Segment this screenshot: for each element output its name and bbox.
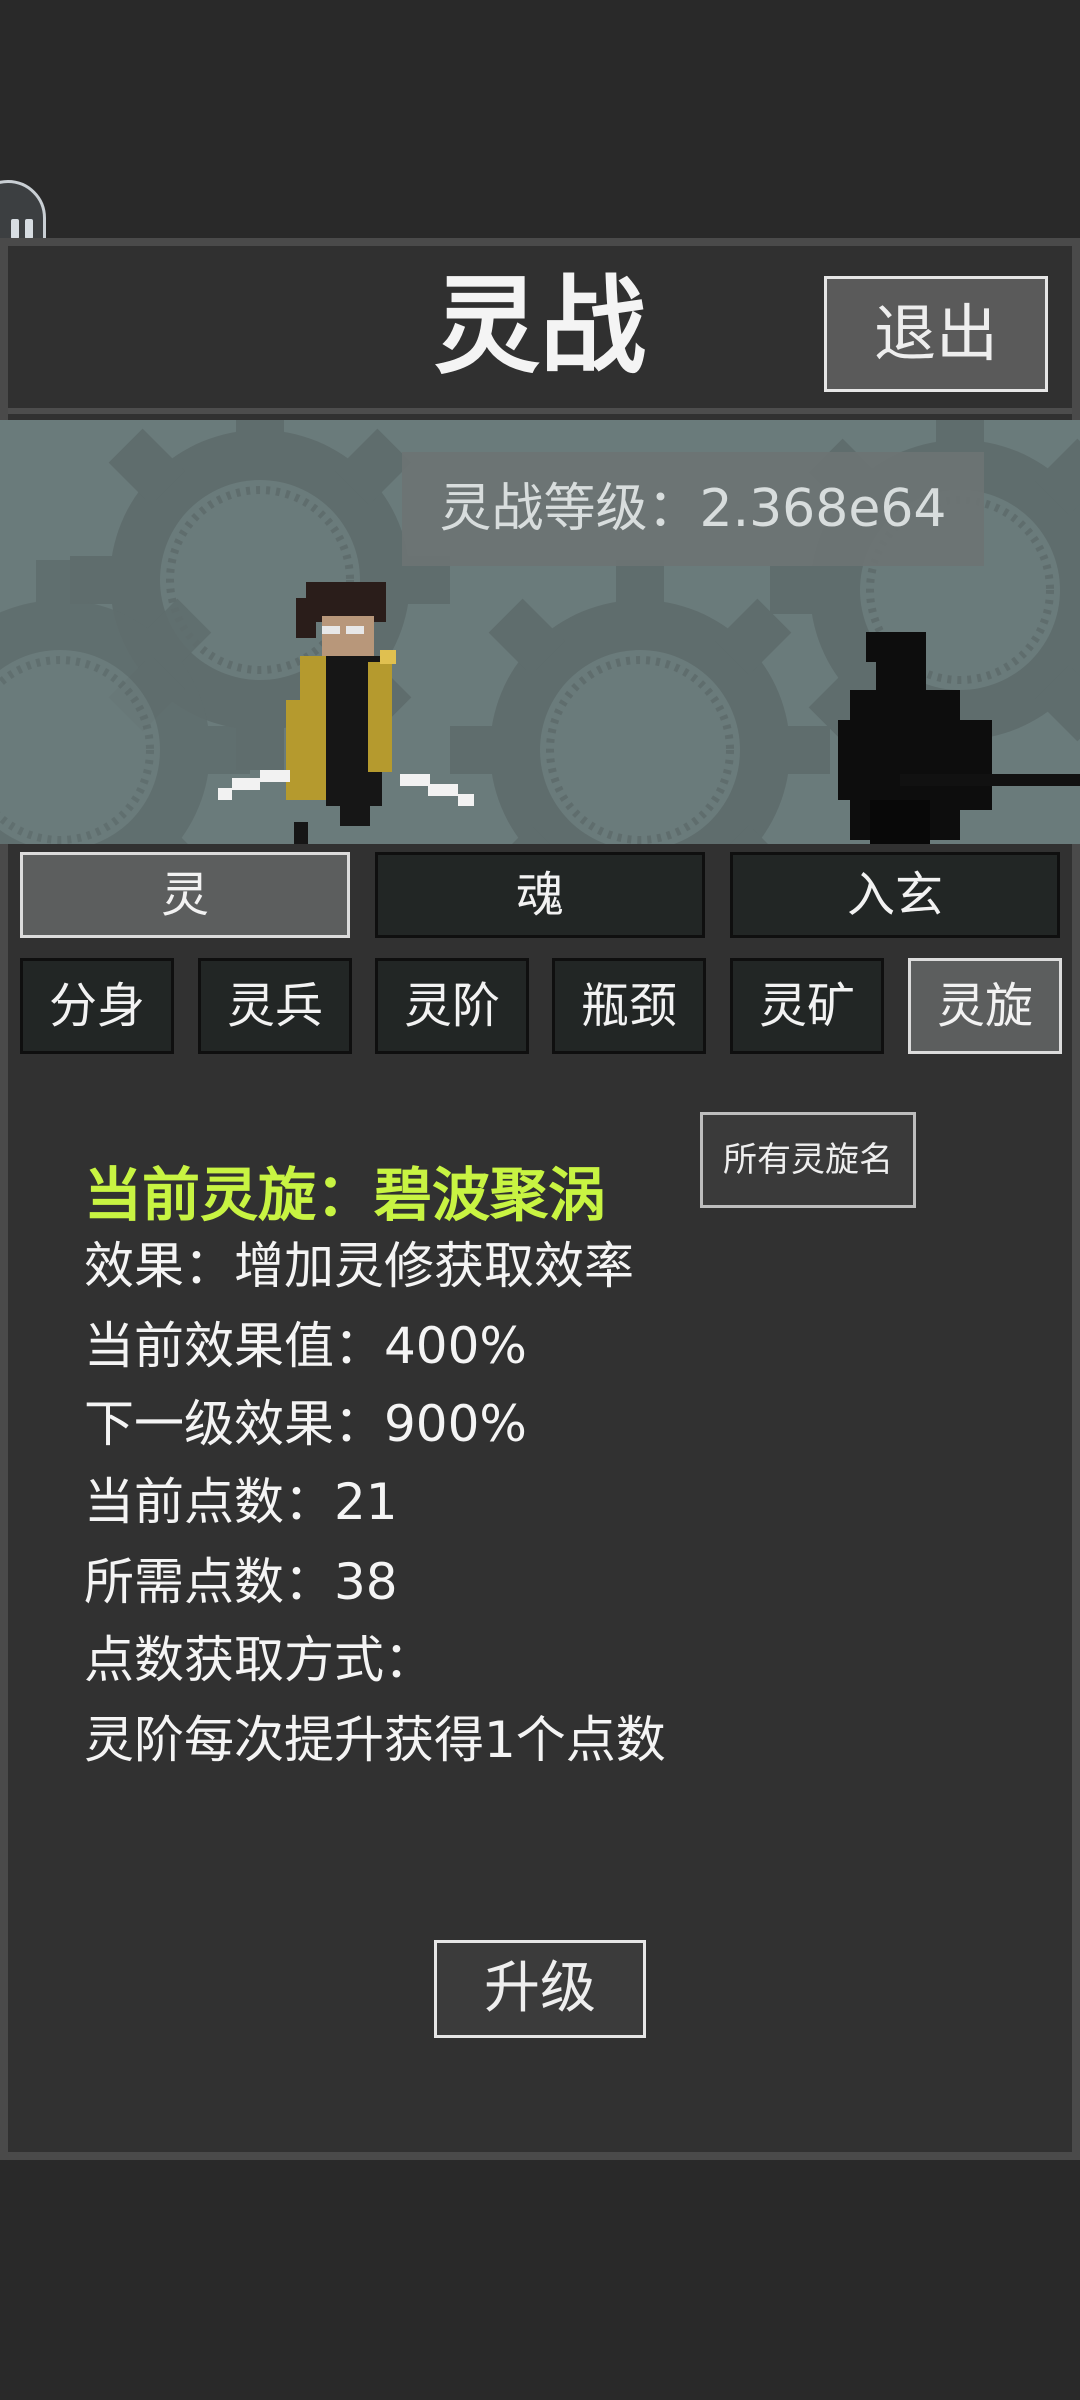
tab-fenshen[interactable]: 分身 [20,958,174,1054]
all-lingxuan-names-button[interactable]: 所有灵旋名 [700,1112,916,1208]
tab-lingkuang[interactable]: 灵矿 [730,958,884,1054]
current-lingxuan: 当前灵旋：碧波聚涡 [84,1161,607,1229]
required-points: 所需点数：38 [84,1553,398,1611]
tab-lingjie[interactable]: 灵阶 [375,958,529,1054]
points-method-title: 点数获取方式： [84,1631,434,1689]
tab-lingxuan[interactable]: 灵旋 [908,958,1062,1054]
current-effect-value: 当前效果值：400% [84,1317,527,1375]
next-level-effect: 下一级效果：900% [84,1395,527,1453]
battle-level-label: 灵战等级：2.368e64 [402,452,984,566]
tab-lingbing[interactable]: 灵兵 [198,958,352,1054]
tab-ling[interactable]: 灵 [20,852,350,938]
tab-pingjing[interactable]: 瓶颈 [552,958,706,1054]
effect-text: 效果：增加灵修获取效率 [84,1237,634,1295]
current-points: 当前点数：21 [84,1473,398,1531]
upgrade-button[interactable]: 升级 [434,1940,646,2038]
pause-icon [11,219,19,239]
points-method-text: 灵阶每次提升获得1个点数 [84,1711,666,1769]
tab-hun[interactable]: 魂 [375,852,705,938]
tab-ruxuan[interactable]: 入玄 [730,852,1060,938]
exit-button[interactable]: 退出 [824,276,1048,392]
